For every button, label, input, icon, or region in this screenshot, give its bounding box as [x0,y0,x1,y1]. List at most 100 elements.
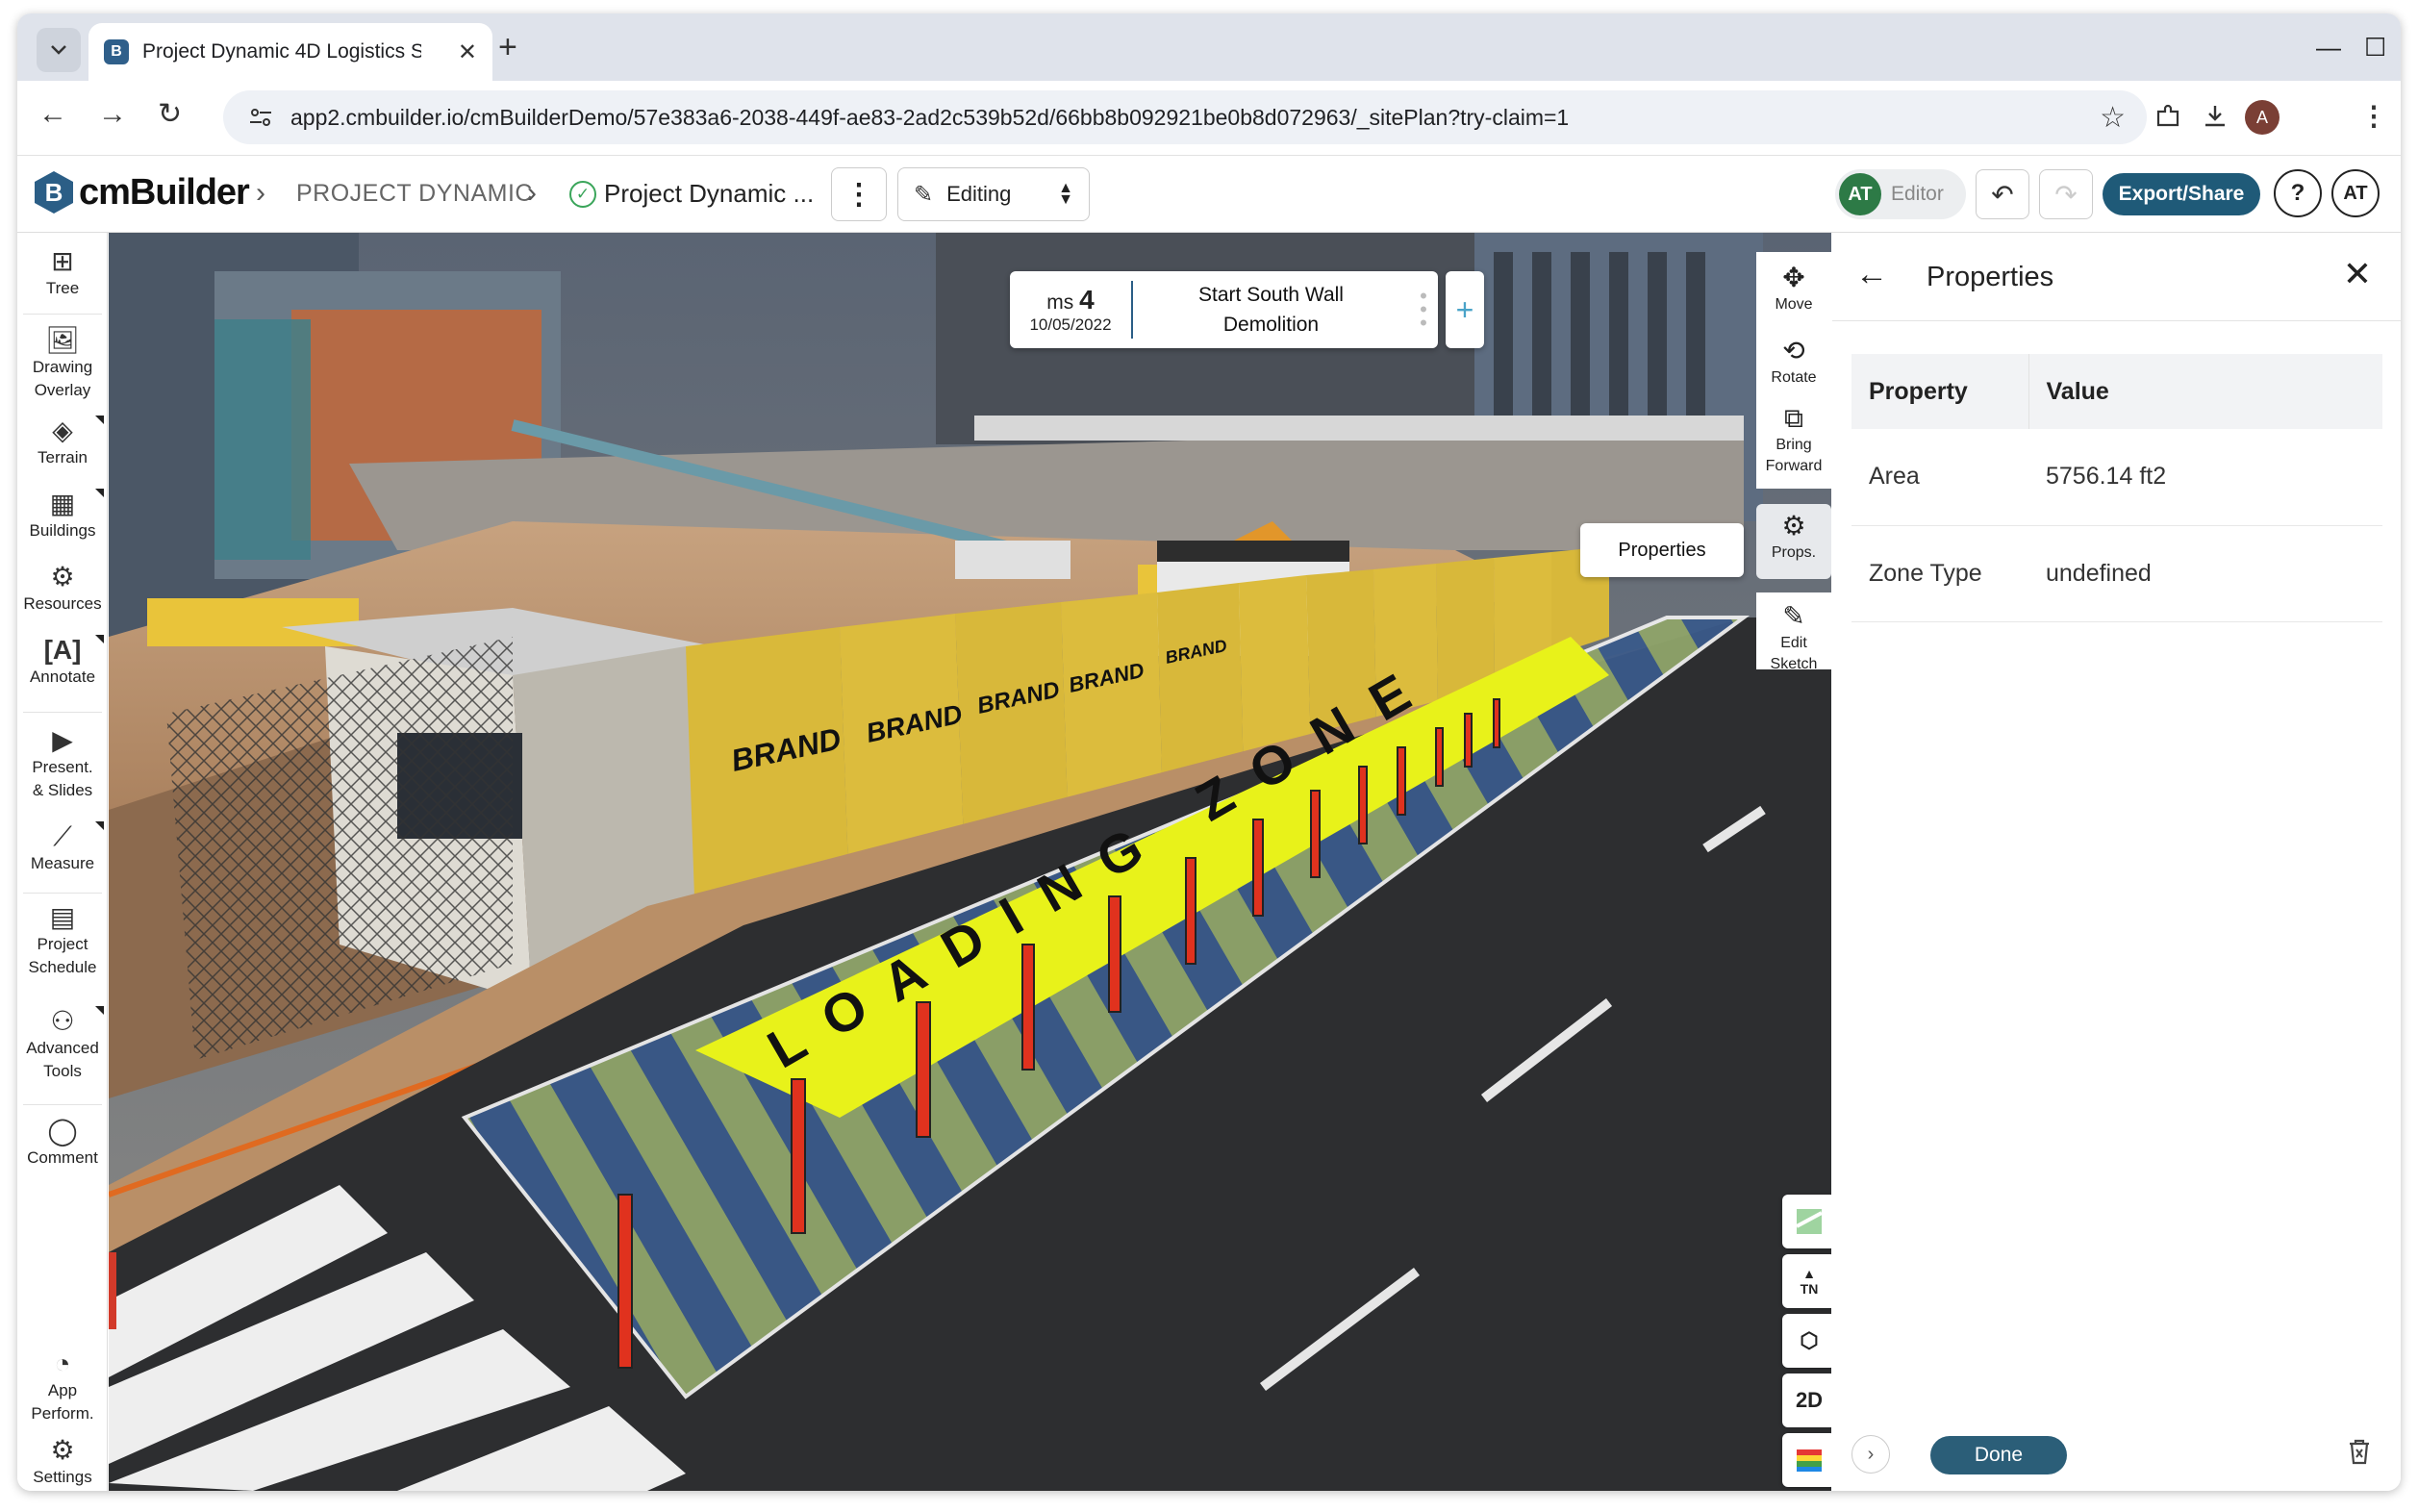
reload-icon[interactable]: ↻ [158,100,182,129]
property-value: 5756.14 ft2 [2028,429,2382,526]
rail-label: Comment [27,1148,98,1167]
pencil-icon: ✎ [914,181,934,208]
export-share-button[interactable]: Export/Share [2103,173,2260,215]
browser-tab[interactable]: B Project Dynamic 4D Logistics Si ✕ [88,23,492,81]
rail-project-schedule[interactable]: ▤ Project Schedule [17,902,108,979]
logo-text: cmBuilder [79,171,250,213]
cmbuilder-logo[interactable]: B cmBuilder [35,171,250,214]
tab-close-icon[interactable]: ✕ [458,38,477,66]
minimize-icon[interactable]: — [2316,33,2341,63]
submenu-indicator [95,416,104,424]
trash-icon[interactable] [2347,1437,2372,1473]
rail-drawing-overlay[interactable]: 🖼 Drawing Overlay [17,325,108,402]
collaborator-badge[interactable]: AT Editor [1835,169,1966,219]
browser-menu-icon[interactable]: ⋮ [2360,102,2387,131]
bring-forward-tool[interactable]: ⧉ Bring Forward [1756,396,1831,489]
scene-viewport[interactable]: BRAND BRAND BRAND BRAND BRAND LOADING ZO… [109,233,1831,1491]
plan-menu-button[interactable]: ⋮ [831,167,887,221]
table-row: Area 5756.14 ft2 [1851,429,2382,526]
forward-arrow-icon[interactable]: → [98,100,127,129]
rail-settings[interactable]: ⚙ Settings [17,1435,108,1489]
mode-label: Editing [946,182,1012,206]
rail-buildings[interactable]: ▦ Buildings [17,489,108,542]
profile-avatar[interactable]: A [2245,100,2279,135]
view-cube-button[interactable]: ⬡ [1782,1314,1831,1368]
mode-selector[interactable]: ✎ Editing ▲ ▼ [897,167,1090,221]
true-north-button[interactable]: ▲ TN [1782,1254,1831,1308]
maximize-icon[interactable]: ☐ [2364,33,2386,63]
tab-strip: B Project Dynamic 4D Logistics Si ✕ + — … [17,13,2401,81]
account-button[interactable]: AT [2331,169,2380,217]
properties-panel: ← Properties ✕ Property Value Area 5756.… [1832,233,2401,1491]
props-tool[interactable]: ⚙ Props. [1756,504,1831,579]
edit-sketch-tool[interactable]: ✎ Edit Sketch [1756,592,1831,672]
user-avatar: AT [1839,173,1881,215]
rotate-label: Rotate [1771,369,1817,386]
rail-terrain[interactable]: ◈ Terrain [17,416,108,469]
site-info-icon[interactable] [244,101,277,134]
bookmark-star-icon[interactable]: ☆ [2100,101,2126,135]
breadcrumb-plan-label: Project Dynamic ... [604,179,815,208]
view-mode-button[interactable]: 2D [1782,1373,1831,1427]
tab-title: Project Dynamic 4D Logistics Si [142,40,421,63]
chevron-right-icon: › [256,177,265,209]
north-arrow-icon: ▲ [1802,1266,1816,1281]
check-circle-icon: ✓ [569,180,596,208]
rail-tree[interactable]: ⊞ Tree [17,246,108,300]
help-button[interactable]: ? [2274,169,2322,217]
rail-label: Settings [33,1468,92,1486]
download-icon[interactable] [2201,102,2229,137]
milestone-info: ms 4 10/05/2022 [1010,281,1133,339]
undo-button[interactable]: ↶ [1976,169,2029,219]
address-bar[interactable]: app2.cmbuilder.io/cmBuilderDemo/57e383a6… [223,90,2147,144]
rail-resources[interactable]: ⚙ Resources [17,562,108,616]
logo-mark: B [35,171,73,214]
transform-toolbar: ✥ Move ⟲ Rotate ⧉ Bring Forward ⚙ Props.… [1756,252,1831,704]
app-header: B cmBuilder › PROJECT DYNAMIC › ✓ Projec… [17,156,2401,233]
new-tab-button[interactable]: + [498,31,517,63]
rail-present-slides[interactable]: ▶ Present. & Slides [17,725,108,802]
add-milestone-button[interactable]: + [1446,271,1484,348]
done-button[interactable]: Done [1930,1436,2067,1474]
palette-icon [1797,1449,1822,1472]
rail-annotate[interactable]: [A] Annotate [17,635,108,689]
redo-button[interactable]: ↷ [2039,169,2093,219]
move-tool[interactable]: ✥ Move [1756,252,1831,329]
map-layer-button[interactable] [1782,1195,1831,1248]
back-arrow-icon[interactable]: ← [1855,256,1888,293]
map-icon [1796,1209,1823,1234]
left-toolbar: ⊞ Tree 🖼 Drawing Overlay ◈ Terrain ▦ Bui… [17,233,108,1491]
drag-handle-icon[interactable]: • • • [1409,286,1438,334]
properties-tooltip: Properties [1580,523,1744,577]
building-icon: ▦ [49,489,76,518]
bring-forward-icon: ⧉ [1784,403,1803,433]
property-name: Zone Type [1851,525,2028,622]
breadcrumb-plan[interactable]: ✓ Project Dynamic ... [569,179,814,209]
layers-icon: ◈ [52,416,73,445]
rail-advanced-tools[interactable]: ⚇ Advanced Tools [17,1006,108,1083]
rail-label: Resources [23,594,102,613]
expand-chevron-icon[interactable]: › [1851,1435,1890,1474]
rail-label: Project Schedule [28,935,97,976]
url-text: app2.cmbuilder.io/cmBuilderDemo/57e383a6… [290,104,1570,130]
submenu-indicator [95,635,104,643]
resources-icon: ⚙ [50,562,75,592]
rail-comment[interactable]: ◯ Comment [17,1116,108,1170]
milestone-number: ms 4 [1046,285,1095,315]
cube-icon: ⬡ [1800,1328,1819,1352]
tab-search-button[interactable] [37,28,81,72]
rail-label: Buildings [29,521,96,540]
extensions-icon[interactable] [2154,102,2183,137]
favicon-icon: B [104,39,129,64]
rail-label: Annotate [29,668,96,686]
rotate-tool[interactable]: ⟲ Rotate [1756,329,1831,396]
close-icon[interactable]: ✕ [2343,254,2372,294]
breadcrumb-project[interactable]: PROJECT DYNAMIC [296,180,533,208]
rail-app-performance[interactable]: ◔ App Perform. [17,1348,108,1425]
rail-measure[interactable]: ⟋ Measure [17,821,108,875]
back-arrow-icon[interactable]: ← [38,100,67,129]
schedule-milestone-card[interactable]: ms 4 10/05/2022 Start South Wall Demolit… [1010,271,1438,348]
color-palette-button[interactable] [1782,1433,1831,1487]
edit-sketch-icon: ✎ [1782,601,1805,631]
bring-forward-label: Forward [1765,458,1823,474]
